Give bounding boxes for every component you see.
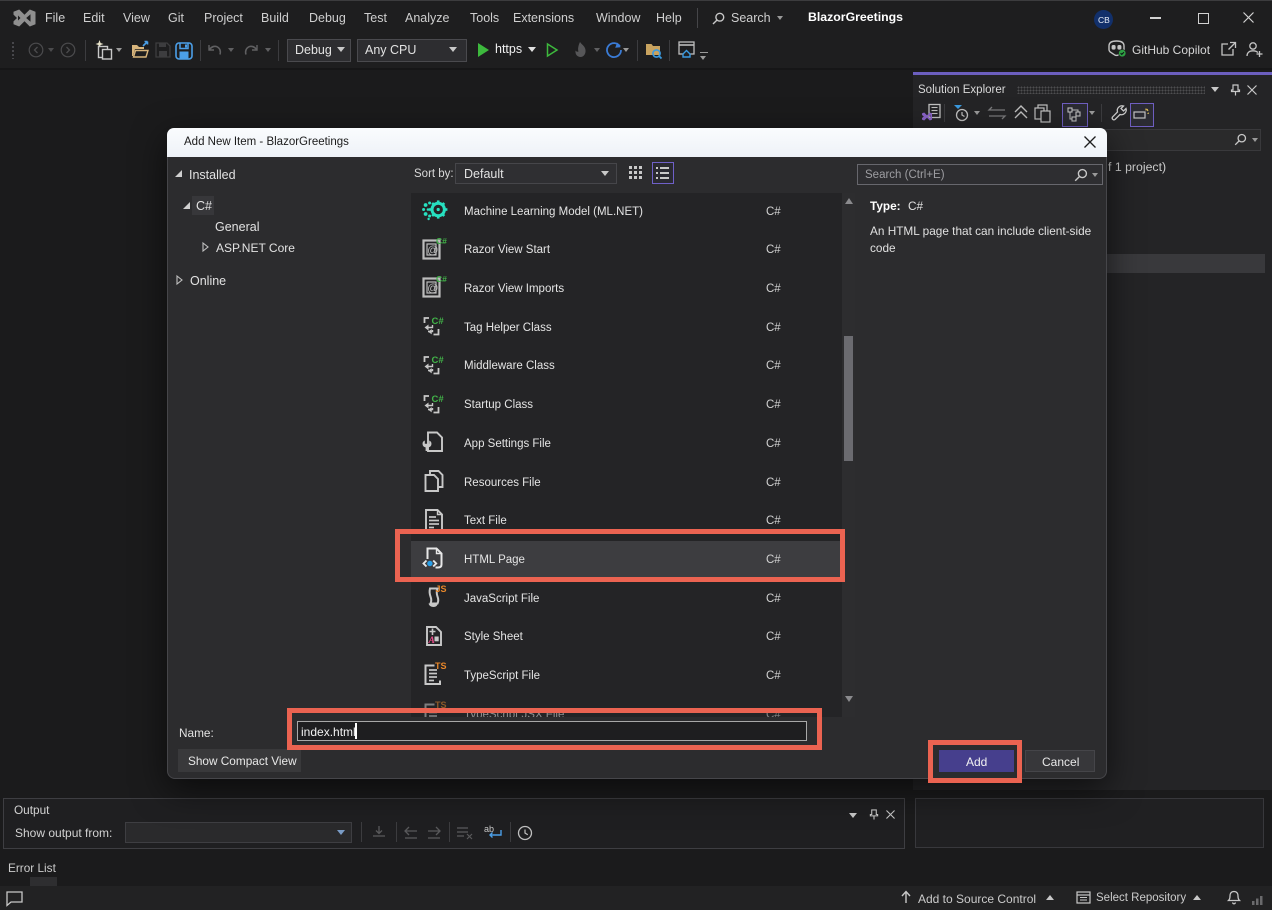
svg-text:TS: TS <box>435 661 447 671</box>
svg-text:C#: C# <box>432 316 445 327</box>
svg-text:JS: JS <box>436 584 447 594</box>
svg-text:C#: C# <box>436 274 447 284</box>
svg-text:C#: C# <box>436 236 447 246</box>
svg-text:ab: ab <box>484 824 494 834</box>
svg-text:@: @ <box>427 244 438 256</box>
svg-text:A: A <box>428 635 435 645</box>
svg-text:C#: C# <box>432 355 445 366</box>
svg-text:C#: C# <box>432 394 445 405</box>
svg-text:@: @ <box>427 283 438 295</box>
